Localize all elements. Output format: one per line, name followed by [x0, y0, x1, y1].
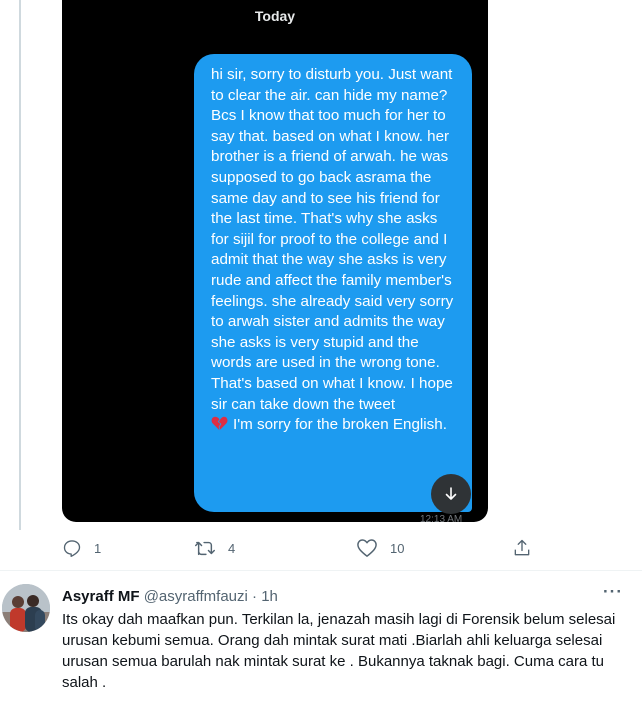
tweet-time[interactable]: 1h	[261, 588, 278, 605]
retweet-icon	[195, 541, 215, 556]
thread-connector-line	[19, 0, 21, 530]
reply-count: 1	[94, 540, 102, 556]
share-button[interactable]	[512, 538, 532, 558]
broken-heart-icon	[211, 416, 228, 431]
retweet-count: 4	[228, 540, 236, 556]
message-text: hi sir, sorry to disturb you. Just want …	[211, 66, 454, 413]
reply-icon	[63, 540, 81, 557]
message-bubble: hi sir, sorry to disturb you. Just want …	[194, 54, 472, 512]
message-timestamp: 12:13 AM	[420, 514, 463, 522]
like-count: 10	[390, 540, 405, 556]
dm-screenshot-image[interactable]: Today hi sir, sorry to disturb you. Just…	[62, 0, 488, 522]
reply-header: Asyraff MF @asyraffmfauzi · 1h	[62, 588, 278, 605]
arrow-down-icon	[445, 487, 457, 500]
author-handle[interactable]: @asyraffmfauzi	[144, 588, 248, 605]
avatar-photo	[2, 584, 50, 632]
reply-tweet-text: Its okay dah maafkan pun. Terkilan la, j…	[62, 611, 616, 691]
conversation-date-label: Today	[254, 8, 296, 24]
scroll-to-bottom-button[interactable]	[431, 474, 471, 514]
tweet-action-bar: 1 4 10	[62, 538, 542, 560]
share-icon	[514, 539, 530, 556]
more-options-icon[interactable]: ···	[603, 582, 623, 602]
tweet-divider	[0, 570, 642, 571]
retweet-button[interactable]: 4	[194, 538, 235, 558]
heart-icon	[357, 539, 377, 557]
meta-separator: ·	[247, 588, 262, 605]
author-display-name[interactable]: Asyraff MF	[62, 588, 140, 605]
avatar[interactable]	[2, 584, 50, 632]
like-button[interactable]: 10	[356, 538, 404, 558]
message-tail-text: I'm sorry for the broken English.	[233, 416, 447, 434]
reply-button[interactable]: 1	[62, 538, 101, 558]
